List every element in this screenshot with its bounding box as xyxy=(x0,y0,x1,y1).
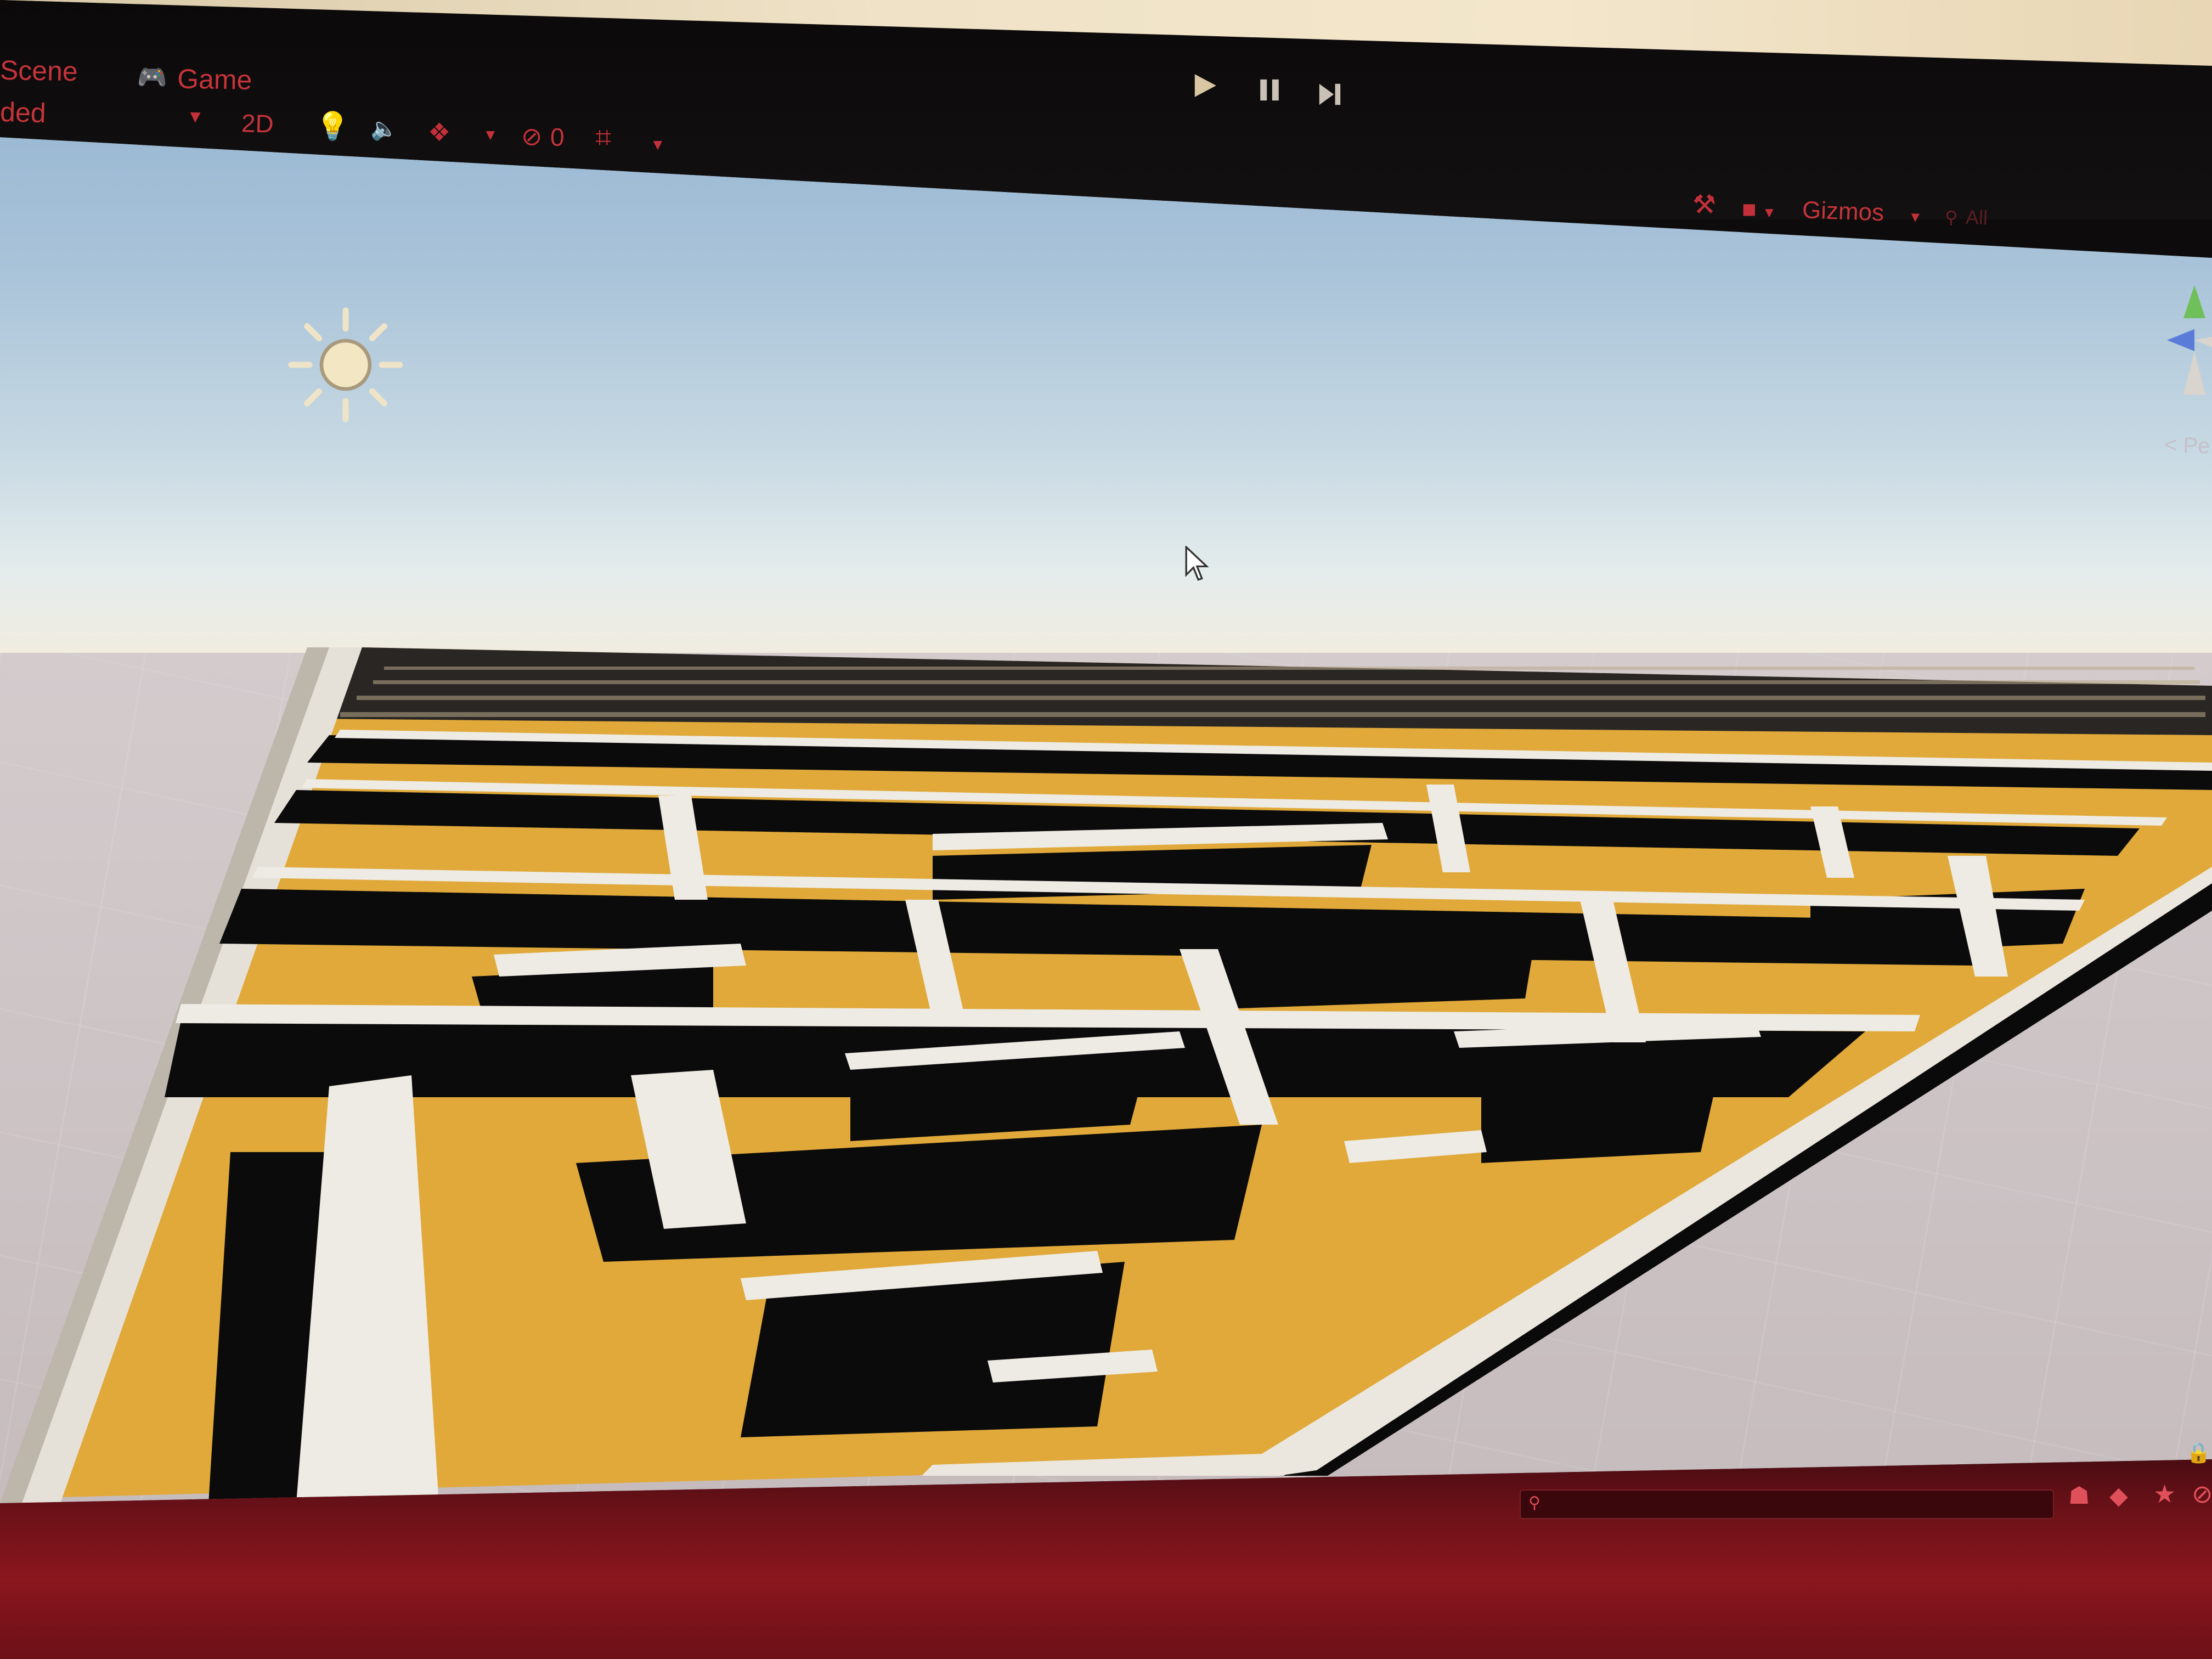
tab-scene[interactable]: Scene xyxy=(0,54,78,87)
camera-icon: ■ xyxy=(1742,196,1757,223)
shading-mode-label: ded xyxy=(0,97,47,129)
project-search-input[interactable]: ⚲ xyxy=(1520,1489,2054,1519)
effects-toggle-icon[interactable]: ❖ xyxy=(428,120,450,145)
chevron-down-icon[interactable]: ▼ xyxy=(650,137,665,153)
play-icon xyxy=(1194,74,1216,97)
sun-icon[interactable] xyxy=(285,304,406,425)
lighting-toggle-icon[interactable]: 💡 xyxy=(315,112,349,140)
tab-game[interactable]: 🎮 Game xyxy=(137,62,252,96)
step-button[interactable] xyxy=(1317,81,1343,110)
camera-dropdown[interactable]: ■ ▼ xyxy=(1742,198,1776,222)
scene-search-input[interactable]: ⚲ All xyxy=(1944,205,1988,230)
pause-icon xyxy=(1260,79,1279,101)
hidden-objects-toggle[interactable]: ⊘ 0 xyxy=(521,121,565,152)
label-tag-icon[interactable]: ◆ xyxy=(2109,1484,2128,1508)
search-icon: ⚲ xyxy=(1528,1494,1541,1512)
gizmos-dropdown[interactable]: Gizmos ▼ xyxy=(1802,196,1923,228)
mouse-cursor-icon xyxy=(1185,545,1209,582)
persp-label[interactable]: < Pe xyxy=(2164,433,2210,459)
favorite-star-icon[interactable]: ★ xyxy=(2153,1481,2176,1506)
lock-icon[interactable]: 🔒 xyxy=(2186,1443,2211,1463)
filter-type-icon[interactable]: ☗ xyxy=(2068,1484,2090,1508)
gizmos-label: Gizmos xyxy=(1802,196,1884,227)
chevron-down-icon: ▼ xyxy=(1762,204,1776,221)
axis-gizmo-icon[interactable] xyxy=(2162,274,2212,417)
hidden-count: 0 xyxy=(550,122,565,152)
shading-mode-dropdown[interactable]: ded ▼ xyxy=(0,96,209,140)
tab-game-label: Game xyxy=(177,63,252,95)
eye-hidden-icon: ⊘ xyxy=(521,121,543,151)
pause-button[interactable] xyxy=(1256,77,1283,106)
tools-icon[interactable]: ⚒ xyxy=(1692,192,1716,218)
step-icon xyxy=(1319,83,1341,105)
play-button[interactable] xyxy=(1190,71,1219,103)
grid-snap-icon[interactable]: ⌗ xyxy=(595,123,611,152)
tab-scene-label: Scene xyxy=(0,54,78,87)
audio-toggle-icon[interactable]: 🔈 xyxy=(370,118,398,140)
chevron-down-icon: ▼ xyxy=(186,106,205,127)
search-placeholder: All xyxy=(1965,205,1988,229)
search-icon: ⚲ xyxy=(1944,207,1959,228)
chevron-down-icon[interactable]: ▼ xyxy=(483,127,498,143)
gamepad-icon: 🎮 xyxy=(137,64,168,92)
chevron-down-icon: ▼ xyxy=(1908,208,1923,225)
toggle-2d-label: 2D xyxy=(241,109,274,138)
hidden-packages-icon[interactable]: ⊘ xyxy=(2192,1481,2212,1506)
toggle-2d-button[interactable]: 2D xyxy=(241,108,274,139)
